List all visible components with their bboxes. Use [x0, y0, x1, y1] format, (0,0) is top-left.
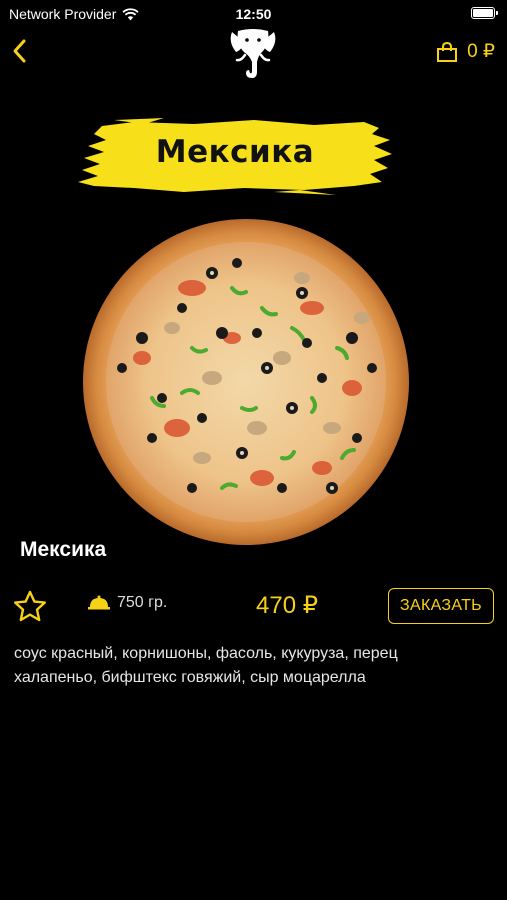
- price: 470 ₽: [256, 592, 318, 619]
- title-banner: Мексика: [74, 116, 396, 198]
- shopping-bag-icon: [437, 41, 458, 62]
- banner-title: Мексика: [155, 134, 315, 170]
- clock: 12:50: [235, 6, 272, 22]
- order-button[interactable]: ЗАКАЗАТЬ: [388, 588, 494, 624]
- favorite-button[interactable]: [12, 589, 48, 625]
- dish-cloche-icon: [88, 595, 110, 610]
- pizza-image: [82, 218, 410, 546]
- back-button[interactable]: [8, 36, 32, 66]
- star-icon: [14, 590, 46, 622]
- nav-bar: 0 ₽: [0, 28, 507, 82]
- elephant-logo: [226, 28, 280, 80]
- back-chevron-icon: [13, 39, 26, 63]
- product-description: соус красный, корнишоны, фасоль, кукуруз…: [14, 645, 398, 686]
- weight-label: 750 гр.: [117, 594, 168, 611]
- weight-info: 750 гр.: [87, 594, 167, 612]
- product-info-row: 750 гр. 470 ₽ ЗАКАЗАТЬ: [0, 585, 507, 629]
- cart-total: 0 ₽: [467, 41, 495, 62]
- product-name: Мексика: [20, 538, 107, 561]
- cart-button[interactable]: 0 ₽: [436, 40, 495, 63]
- status-bar: Network Provider 12:50: [0, 0, 507, 28]
- battery-icon: [471, 7, 498, 19]
